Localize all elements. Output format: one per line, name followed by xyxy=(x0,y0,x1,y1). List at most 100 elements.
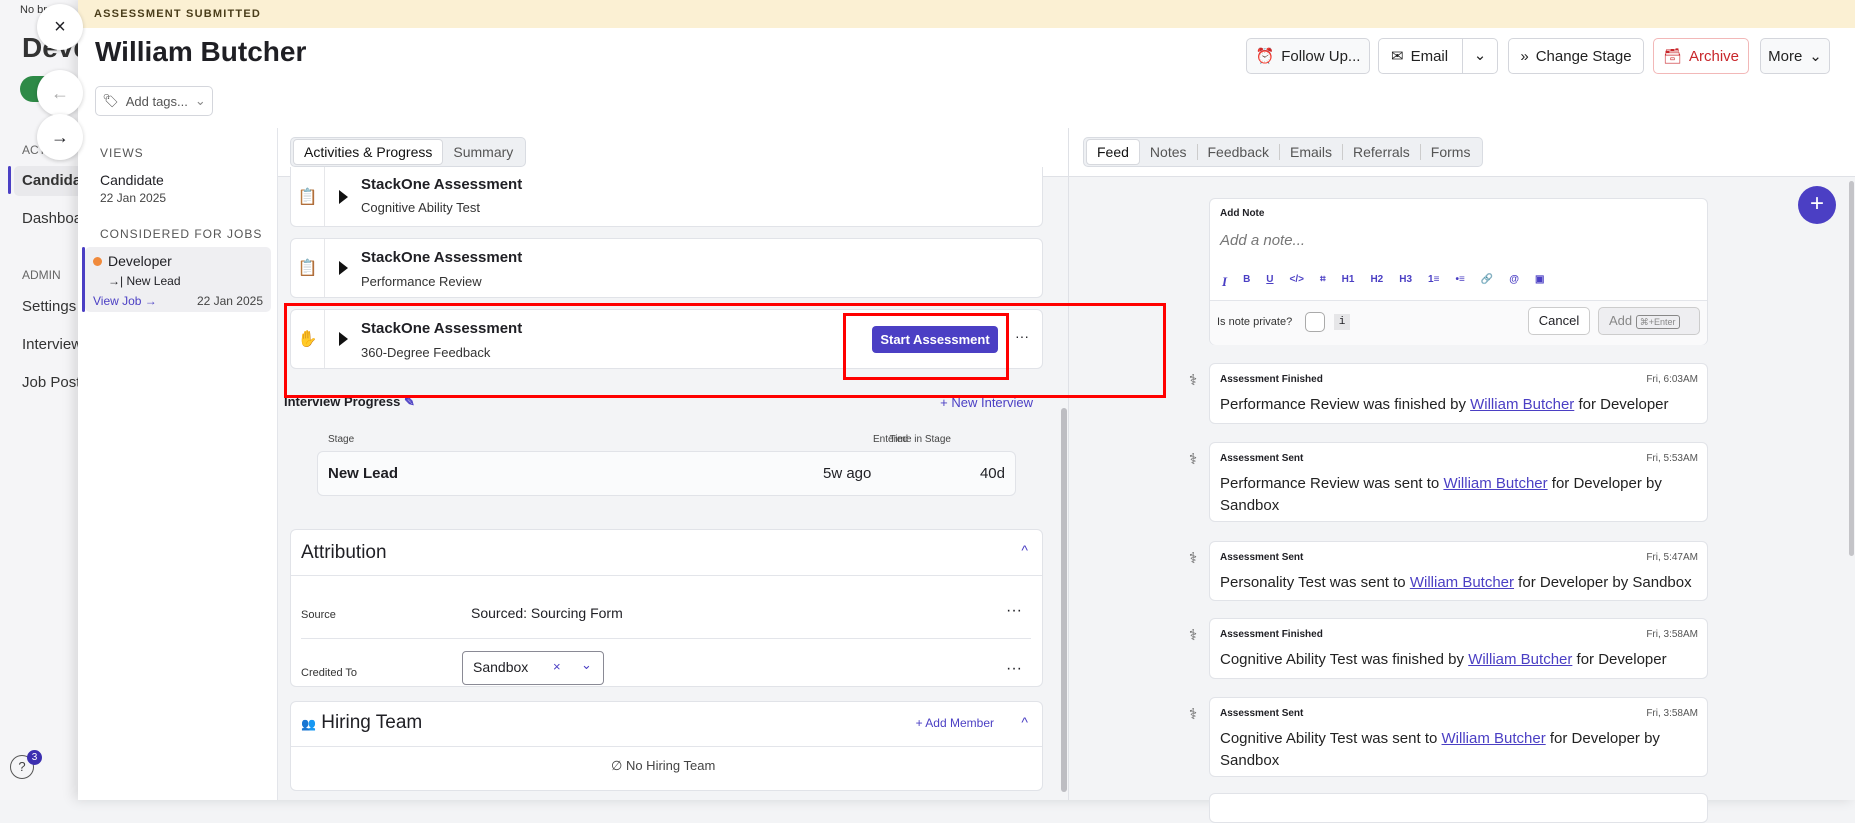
private-checkbox[interactable] xyxy=(1305,312,1325,332)
follow-up-button[interactable]: ⏰ Follow Up... xyxy=(1246,38,1370,74)
close-icon[interactable]: × xyxy=(37,4,83,50)
email-button[interactable]: ✉ Email ⌄ xyxy=(1378,38,1498,74)
candidate-link[interactable]: William Butcher xyxy=(1442,730,1546,747)
collapse-chevron-icon[interactable]: ^ xyxy=(1021,714,1028,730)
attribution-title: Attribution xyxy=(301,542,387,563)
add-button-plus-icon[interactable]: + xyxy=(1798,186,1836,224)
change-stage-button[interactable]: » Change Stage xyxy=(1508,38,1644,74)
stethoscope-icon: ⚕ xyxy=(1189,706,1198,723)
chevron-down-icon: ⌄ xyxy=(1809,48,1822,65)
italic-icon[interactable]: I xyxy=(1222,274,1227,290)
ordered-list-icon[interactable]: 1≡ xyxy=(1428,274,1439,290)
cancel-button[interactable]: Cancel xyxy=(1528,307,1590,335)
attachment-icon[interactable]: ▣ xyxy=(1535,274,1544,290)
tab-summary[interactable]: Summary xyxy=(443,140,523,164)
add-member-link[interactable]: + Add Member xyxy=(916,716,994,730)
tab-activities-progress[interactable]: Activities & Progress xyxy=(293,139,444,165)
heading1-icon[interactable]: H1 xyxy=(1342,274,1355,290)
feed-body: Performance Review was finished by Willi… xyxy=(1220,394,1697,416)
envelope-icon: ✉ xyxy=(1391,48,1404,65)
feed-kind: Assessment Sent xyxy=(1220,453,1304,464)
nav-interviews[interactable]: Interview xyxy=(22,336,82,353)
feed-tail: for Developer xyxy=(1572,651,1667,668)
feed-scrollbar[interactable] xyxy=(1849,181,1854,556)
bold-icon[interactable]: B xyxy=(1243,274,1250,290)
credited-to-select[interactable]: Sandbox × ⌄ xyxy=(462,651,604,685)
tab-feed[interactable]: Feed xyxy=(1086,139,1140,165)
considered-label: CONSIDERED FOR JOBS xyxy=(100,227,263,241)
time-in-stage-header: Time in Stage xyxy=(889,434,951,445)
feed-kind: Assessment Finished xyxy=(1220,629,1323,640)
feed-time: Fri, 3:58AM xyxy=(1646,708,1698,719)
left-column: VIEWS Candidate 22 Jan 2025 CONSIDERED F… xyxy=(78,128,278,800)
feed-tail: for Developer xyxy=(1574,396,1669,413)
add-tags-dropdown[interactable]: 🏷 Add tags... ⌄ xyxy=(95,86,213,116)
status-banner: ASSESSMENT SUBMITTED xyxy=(78,0,1855,28)
code-block-icon[interactable]: ⌗ xyxy=(1320,274,1326,290)
underline-icon[interactable]: U xyxy=(1266,274,1273,290)
mid-scrollbar[interactable] xyxy=(1061,408,1067,792)
candidate-link[interactable]: William Butcher xyxy=(1468,651,1572,668)
chevron-down-icon[interactable]: ⌄ xyxy=(581,657,592,673)
add-note-button[interactable]: Add ⌘+Enter xyxy=(1598,307,1700,335)
assessment-card[interactable]: 📋 StackOne Assessment Cognitive Ability … xyxy=(290,167,1043,227)
email-dropdown-chevron-icon[interactable]: ⌄ xyxy=(1462,39,1497,73)
candidate-link[interactable]: William Butcher xyxy=(1470,396,1574,413)
view-job-link[interactable]: View Job → xyxy=(93,294,157,308)
tab-forms[interactable]: Forms xyxy=(1421,140,1481,164)
activities-panel: Activities & Progress Summary 📋 StackOne… xyxy=(278,128,1068,800)
feed-kind: Assessment Sent xyxy=(1220,708,1304,719)
clipboard-check-icon: 📋 xyxy=(291,167,325,226)
feed-body: Cognitive Ability Test was finished by W… xyxy=(1220,649,1697,671)
credited-value: Sandbox xyxy=(473,659,529,675)
job-active-indicator xyxy=(82,247,85,312)
divider xyxy=(291,746,1042,747)
archive-button[interactable]: 🗃 Archive xyxy=(1653,38,1749,74)
more-button[interactable]: More ⌄ xyxy=(1760,38,1830,74)
double-chevron-icon: » xyxy=(1520,47,1529,65)
expand-triangle-icon[interactable] xyxy=(339,261,348,275)
more-options-icon[interactable]: ··· xyxy=(1006,660,1022,678)
next-arrow-icon[interactable]: → xyxy=(37,114,83,160)
alarm-icon: ⏰ xyxy=(1255,48,1275,65)
nav-settings[interactable]: Settings xyxy=(22,298,76,315)
clipboard-check-icon: 📋 xyxy=(291,239,325,297)
assessment-card[interactable]: 📋 StackOne Assessment Performance Review xyxy=(290,238,1043,298)
feed-time: Fri, 3:58AM xyxy=(1646,629,1698,640)
code-icon[interactable]: </> xyxy=(1290,274,1304,290)
heading2-icon[interactable]: H2 xyxy=(1370,274,1383,290)
feed-verb: was sent to xyxy=(1359,475,1444,492)
view-date: 22 Jan 2025 xyxy=(100,191,167,205)
candidate-link[interactable]: William Butcher xyxy=(1443,475,1547,492)
formatting-toolbar: I B U </> ⌗ H1 H2 H3 1≡ •≡ 🔗 @ ▣ xyxy=(1222,274,1544,290)
tab-feedback[interactable]: Feedback xyxy=(1198,140,1279,164)
job-title: Developer xyxy=(108,253,172,269)
nav-candidates[interactable]: Candidat xyxy=(22,172,86,189)
collapse-chevron-icon[interactable]: ^ xyxy=(1021,542,1028,558)
feed-body: Personality Test was sent to William But… xyxy=(1220,572,1697,594)
job-card[interactable]: Developer →| New Lead View Job → 22 Jan … xyxy=(82,247,271,312)
feed-time: Fri, 5:47AM xyxy=(1646,552,1698,563)
assessment-subtitle: Performance Review xyxy=(361,274,482,289)
info-icon[interactable]: i xyxy=(1334,314,1350,330)
view-candidate[interactable]: Candidate xyxy=(100,172,164,188)
candidate-link[interactable]: William Butcher xyxy=(1410,574,1514,591)
stage-row: New Lead 5w ago 40d xyxy=(317,451,1016,496)
job-stage-text: New Lead xyxy=(126,274,181,288)
tab-notes[interactable]: Notes xyxy=(1140,140,1197,164)
mention-icon[interactable]: @ xyxy=(1509,274,1519,290)
heading3-icon[interactable]: H3 xyxy=(1399,274,1412,290)
tab-referrals[interactable]: Referrals xyxy=(1343,140,1420,164)
tag-icon: 🏷 xyxy=(102,93,119,108)
bullet-list-icon[interactable]: •≡ xyxy=(1455,274,1464,290)
expand-triangle-icon[interactable] xyxy=(339,189,348,204)
tab-emails[interactable]: Emails xyxy=(1280,140,1342,164)
link-icon[interactable]: 🔗 xyxy=(1481,274,1493,290)
archive-label: Archive xyxy=(1689,47,1740,65)
stage-arrow-icon: →| xyxy=(108,274,124,288)
clear-icon[interactable]: × xyxy=(553,659,561,674)
note-input[interactable]: Add a note... xyxy=(1220,232,1690,249)
previous-arrow-icon[interactable]: ← xyxy=(37,70,83,116)
more-options-icon[interactable]: ··· xyxy=(1006,602,1022,620)
nav-dashboard[interactable]: Dashboa xyxy=(22,210,82,227)
